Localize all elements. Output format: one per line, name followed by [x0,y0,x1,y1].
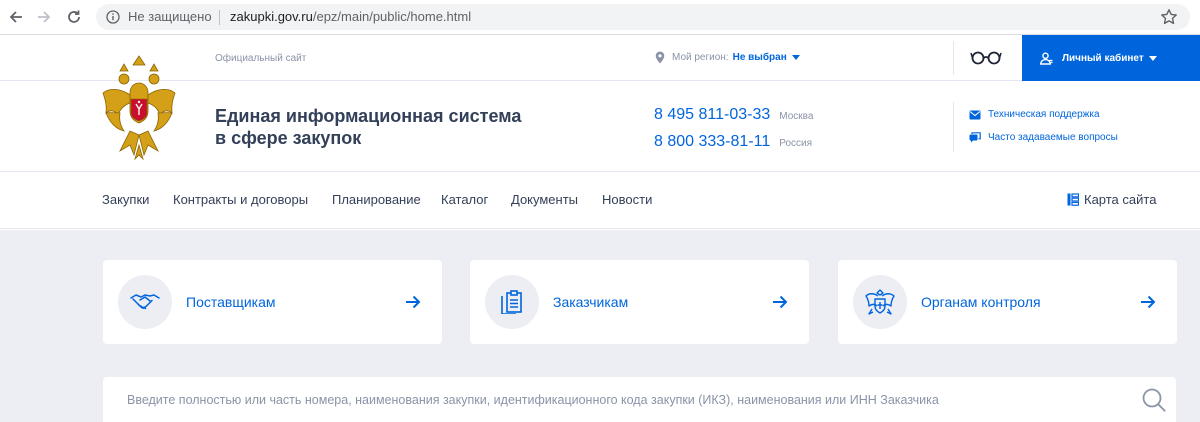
arrow-right-icon [1141,295,1156,309]
customers-label: Заказчикам [553,294,629,310]
arrow-right-icon [406,295,421,309]
sitemap-label: Карта сайта [1084,192,1157,207]
menu-item-planning[interactable]: Планирование [332,192,421,207]
sitemap-icon [1067,193,1079,206]
chat-icon [969,132,981,143]
glasses-icon[interactable] [970,48,1002,66]
main-menu: Закупки Контракты и договоры Планировани… [0,173,1200,229]
reload-button[interactable] [62,6,86,28]
faq-link[interactable]: Часто задаваемые вопросы [969,132,1118,143]
url-host: zakupki.gov.ru [230,9,313,24]
divider [953,102,954,152]
phone-russia[interactable]: 8 800 333-81-11 Россия [654,133,812,151]
emblem-icon [865,289,895,315]
location-pin-icon [655,51,665,64]
card-icon-circle [118,275,172,329]
menu-item-purchases[interactable]: Закупки [102,192,149,207]
search-box [103,377,1176,422]
arrow-right-icon [38,11,51,23]
region-selector[interactable]: Мой регион: Не выбран [655,51,800,64]
menu-item-news[interactable]: Новости [602,192,652,207]
phone-city: Москва [779,111,814,122]
site-title-line-2: в сфере закупок [215,128,362,148]
mail-icon [969,110,981,119]
address-divider [219,10,220,25]
personal-account-label: Личный кабинет [1062,52,1144,64]
card-icon-circle [853,275,907,329]
back-button[interactable] [4,6,28,28]
bookmark-star-icon[interactable] [1160,8,1178,26]
phone-number: 8 495 811-03-33 [654,106,771,123]
menu-item-contracts[interactable]: Контракты и договоры [173,192,308,207]
phone-city: Россия [779,138,813,149]
phone-number: 8 800 333-81-11 [654,133,771,150]
coat-of-arms-emblem[interactable] [100,53,178,171]
handshake-icon [130,294,160,310]
phone-moscow[interactable]: 8 495 811-03-33 Москва [654,106,813,124]
url-path: /epz/main/public/home.html [312,9,472,24]
sitemap-link[interactable]: Карта сайта [1067,192,1156,207]
tech-support-link[interactable]: Техническая поддержка [969,109,1100,120]
control-bodies-card[interactable]: Органам контроля [838,260,1177,344]
forward-button[interactable] [32,6,56,28]
reload-icon [68,10,80,23]
menu-item-catalog[interactable]: Каталог [441,192,488,207]
customers-card[interactable]: Заказчикам [470,260,809,344]
main-content: Поставщикам Заказчикам Органам контроля [0,230,1200,422]
site-header: Единая информационная система в сфере за… [0,55,1200,172]
document-icon [501,290,522,314]
user-icon [1040,52,1053,65]
browser-chrome: Не защищено zakupki.gov.ru/epz/main/publ… [0,0,1200,35]
divider [953,41,954,75]
tech-support-label: Техническая поддержка [988,109,1100,120]
suppliers-label: Поставщикам [186,294,276,310]
faq-label: Часто задаваемые вопросы [988,132,1118,143]
search-icon[interactable] [1141,387,1167,413]
top-bar: Официальный сайт Мой регион: Не выбран Л… [0,35,1200,81]
arrow-left-icon [9,11,22,23]
region-label: Мой регион: [672,52,729,63]
suppliers-card[interactable]: Поставщикам [103,260,442,344]
security-label[interactable]: Не защищено [128,9,212,24]
chevron-down-icon [1148,55,1157,61]
personal-account-button[interactable]: Личный кабинет [1022,35,1200,81]
search-input[interactable] [127,393,1107,407]
chevron-down-icon [791,55,800,60]
arrow-right-icon [773,295,788,309]
menu-item-documents[interactable]: Документы [511,192,578,207]
site-title-line-1: Единая информационная система [215,106,522,126]
url-text[interactable]: zakupki.gov.ru/epz/main/public/home.html [230,9,471,24]
address-bar[interactable]: Не защищено zakupki.gov.ru/epz/main/publ… [96,4,1190,30]
site-title[interactable]: Единая информационная система в сфере за… [215,105,521,149]
region-value[interactable]: Не выбран [733,52,787,63]
info-icon[interactable] [106,10,120,24]
card-icon-circle [485,275,539,329]
control-bodies-label: Органам контроля [921,294,1041,310]
official-site-label: Официальный сайт [215,53,307,64]
